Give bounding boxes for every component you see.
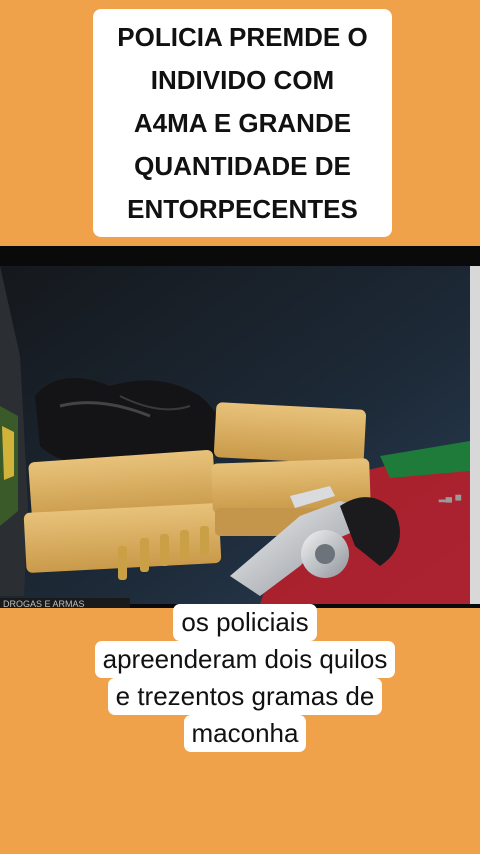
caption-line: e trezentos gramas de bbox=[107, 678, 383, 715]
headline-line: INDIVIDO COM bbox=[150, 64, 335, 95]
headline-box: POLICIA PREMDE O INDIVIDO COM A4MA E GRA… bbox=[93, 9, 392, 237]
video-status-icons: ▂▄ ◼ bbox=[438, 492, 462, 502]
news-photo: DROGAS E ARMAS ▂▄ ◼ bbox=[0, 246, 480, 608]
caption-line: apreenderam dois quilos bbox=[94, 641, 396, 678]
headline-line: POLICIA PREMDE O bbox=[117, 21, 368, 52]
headline-line: QUANTIDADE DE bbox=[134, 150, 351, 181]
caption-line: os policiais bbox=[173, 604, 317, 641]
caption-line: maconha bbox=[183, 715, 307, 752]
headline-line: A4MA E GRANDE bbox=[133, 107, 352, 138]
headline-line: ENTORPECENTES bbox=[127, 193, 358, 224]
seized-items-illustration: DROGAS E ARMAS bbox=[0, 246, 480, 608]
caption-box: os policiais apreenderam dois quilos e t… bbox=[70, 604, 420, 752]
